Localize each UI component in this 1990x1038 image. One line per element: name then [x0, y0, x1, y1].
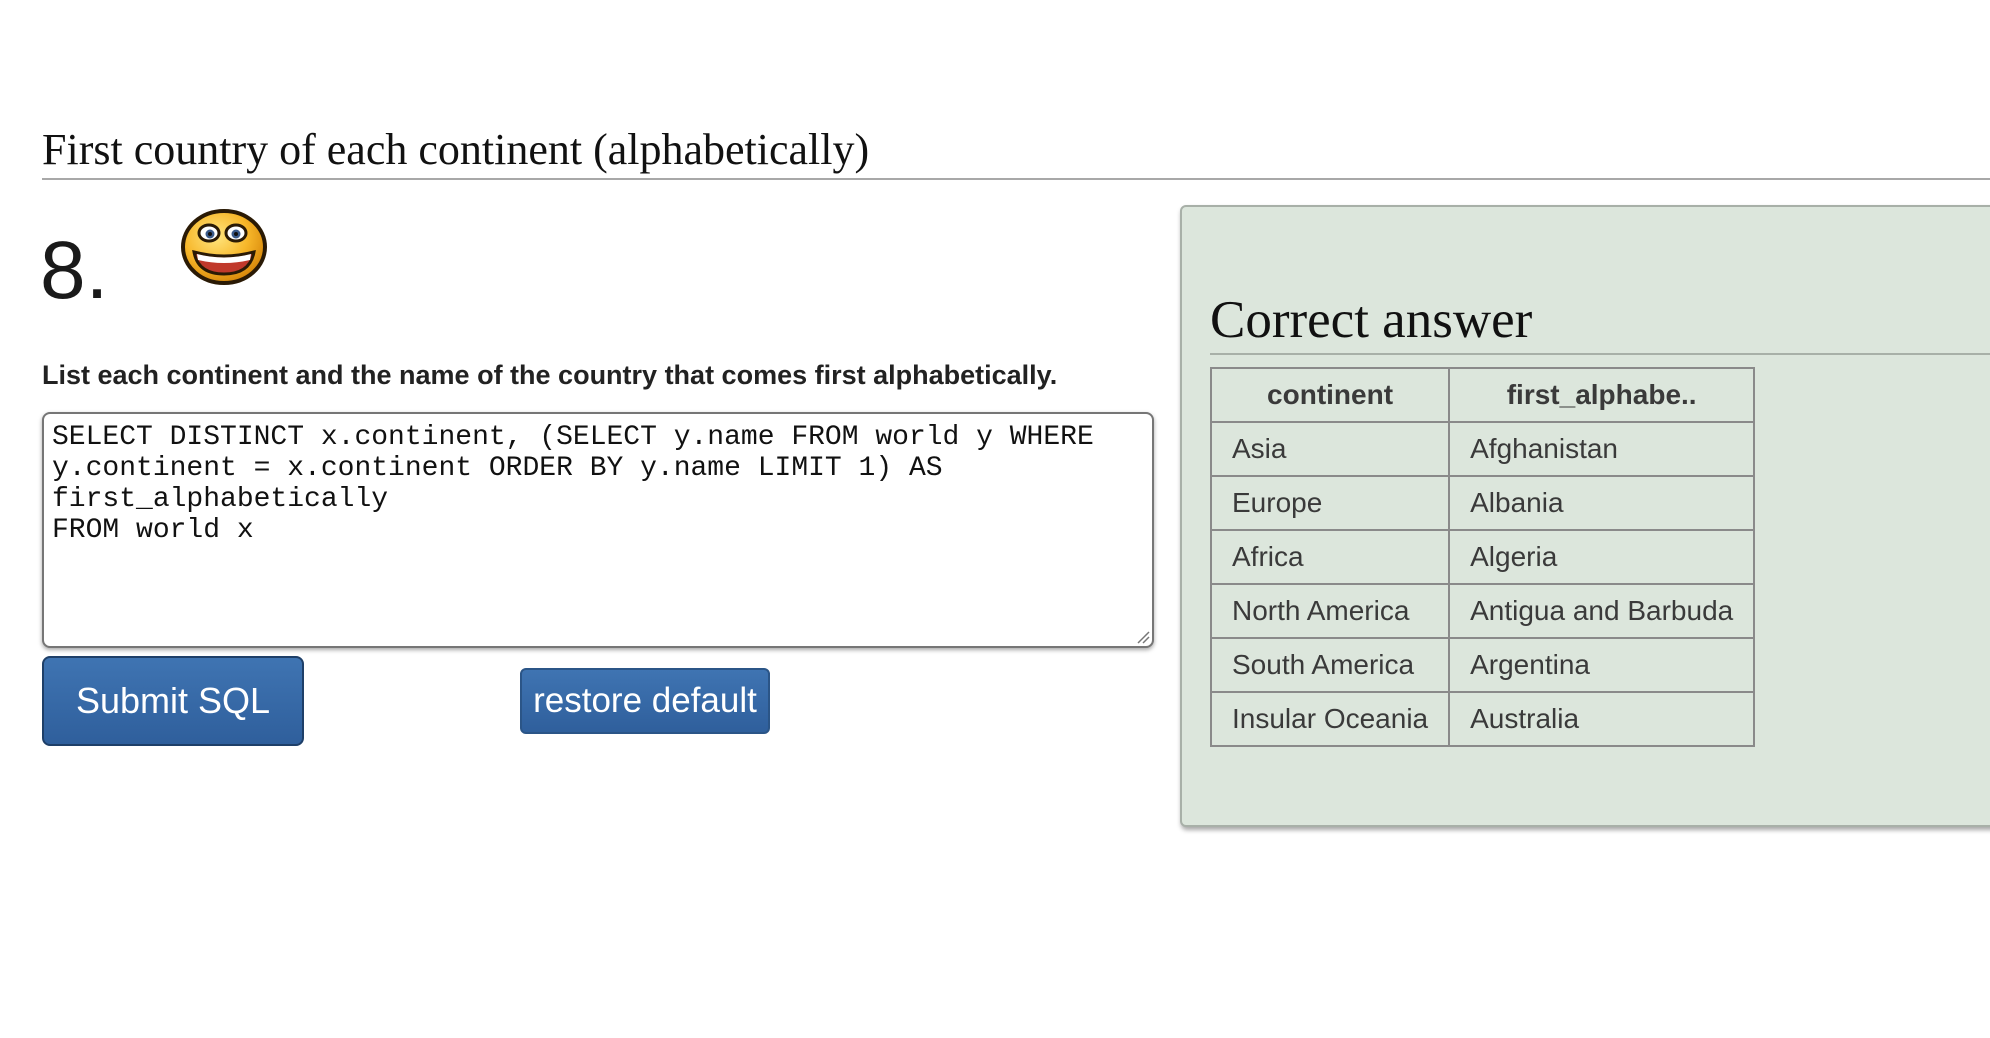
cell-country: Albania [1448, 475, 1756, 531]
cell-country: Antigua and Barbuda [1448, 583, 1756, 639]
table-row: South America Argentina [1209, 637, 1756, 693]
restore-default-button[interactable]: restore default [520, 668, 770, 734]
correct-answer-title: Correct answer [1210, 291, 1533, 349]
column-header-first-alphabetically: first_alphabe.. [1448, 367, 1756, 423]
cell-continent: Insular Oceania [1209, 691, 1451, 747]
answer-table: continent first_alphabe.. Asia Afghanist… [1209, 367, 1756, 747]
cell-country: Algeria [1448, 529, 1756, 585]
cell-country: Argentina [1448, 637, 1756, 693]
table-header-row: continent first_alphabe.. [1209, 367, 1756, 423]
column-header-continent: continent [1209, 367, 1451, 423]
table-row: North America Antigua and Barbuda [1209, 583, 1756, 639]
cell-continent: Africa [1209, 529, 1451, 585]
cell-country: Australia [1448, 691, 1756, 747]
cell-country: Afghanistan [1448, 421, 1756, 477]
answer-divider [1210, 353, 1990, 355]
correct-answer-panel: Correct answer continent first_alphabe..… [1180, 205, 1990, 827]
cell-continent: South America [1209, 637, 1451, 693]
cell-continent: Europe [1209, 475, 1451, 531]
grinning-smiley-icon [181, 209, 267, 285]
question-text: List each continent and the name of the … [42, 360, 1058, 390]
cell-continent: North America [1209, 583, 1451, 639]
table-row: Europe Albania [1209, 475, 1756, 531]
cell-continent: Asia [1209, 421, 1451, 477]
submit-sql-button[interactable]: Submit SQL [42, 656, 304, 746]
sql-editor[interactable]: SELECT DISTINCT x.continent, (SELECT y.n… [42, 412, 1154, 648]
table-row: Insular Oceania Australia [1209, 691, 1756, 747]
section-divider [42, 178, 1990, 180]
resize-grip-icon[interactable] [1136, 630, 1150, 644]
question-number: 8. [40, 225, 109, 316]
table-row: Africa Algeria [1209, 529, 1756, 585]
section-title: First country of each continent (alphabe… [42, 125, 870, 174]
table-row: Asia Afghanistan [1209, 421, 1756, 477]
